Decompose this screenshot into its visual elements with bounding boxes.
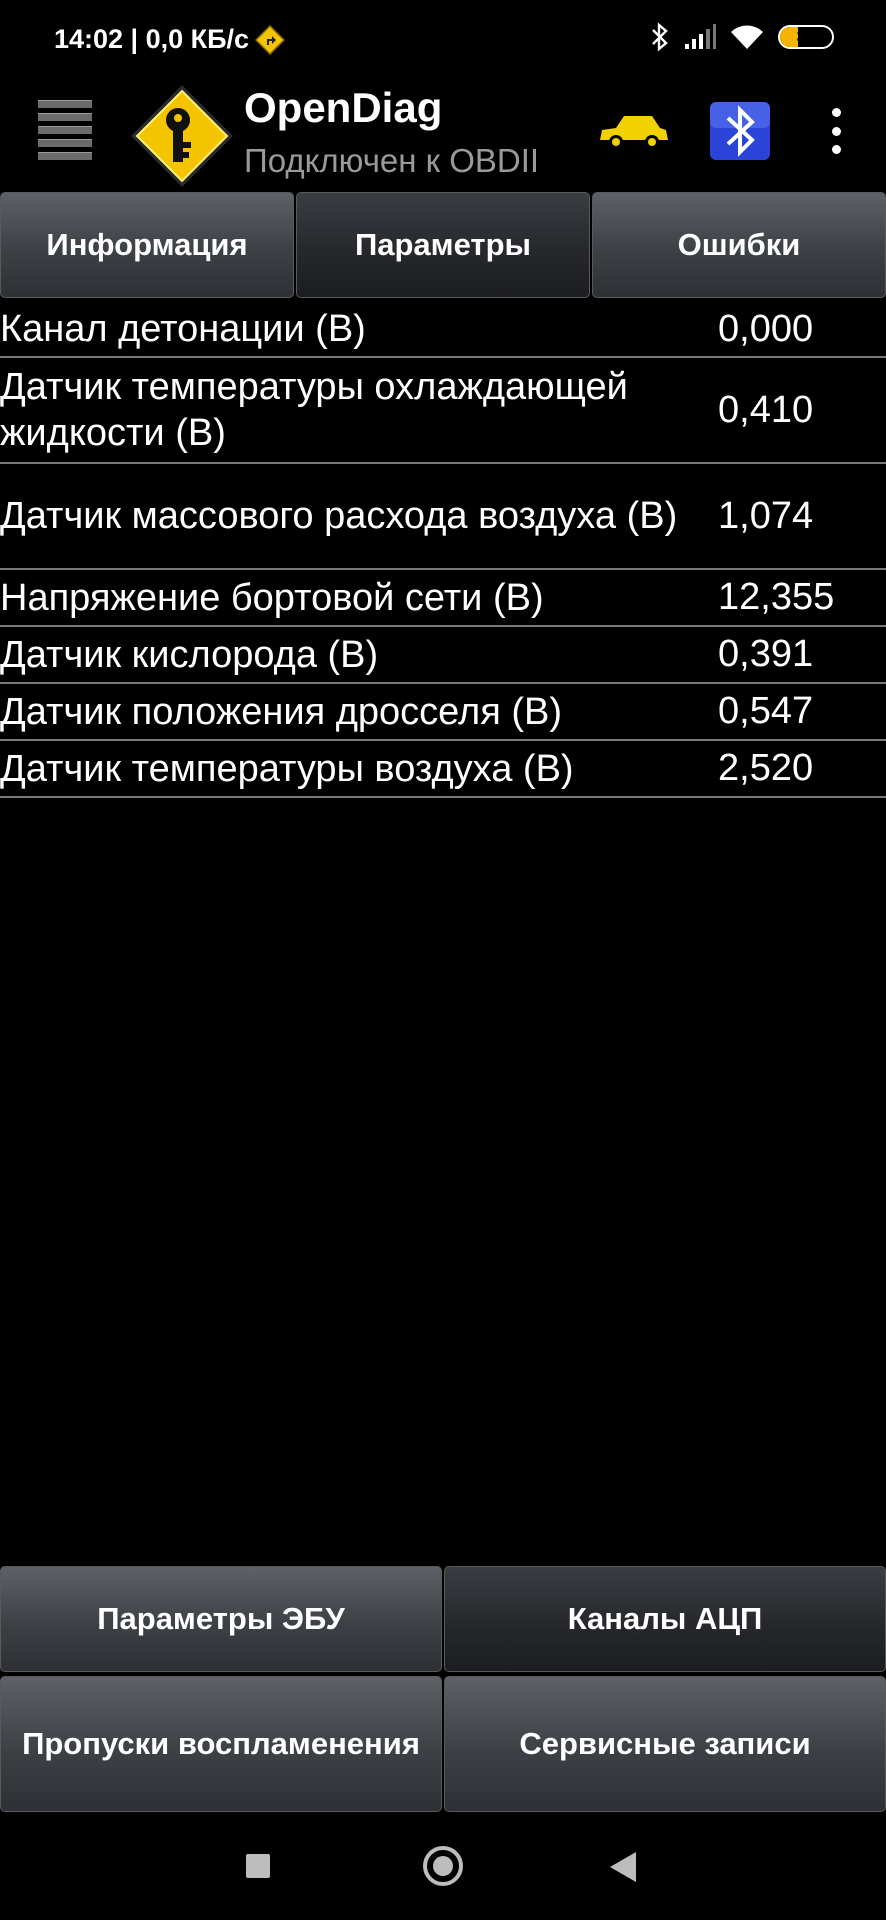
status-left: 14:02 | 0,0 КБ/с	[54, 24, 286, 55]
parameter-row: Датчик массового расхода воздуха (В) 1,0…	[0, 464, 886, 570]
parameter-name: Датчик температуры охлаждающей жидкости …	[0, 366, 628, 454]
system-nav-bar	[0, 1812, 886, 1920]
parameter-row: Датчик положения дросселя (В) 0,547	[0, 684, 886, 741]
battery-icon: 34	[778, 25, 834, 49]
parameter-list: Канал детонации (В) 0,000 Датчик темпера…	[0, 302, 886, 798]
ecu-parameters-button[interactable]: Параметры ЭБУ	[0, 1566, 442, 1672]
recents-icon[interactable]	[246, 1854, 270, 1878]
wifi-icon	[731, 25, 763, 49]
bluetooth-icon	[652, 22, 668, 52]
parameter-value: 0,547	[718, 690, 814, 732]
parameter-name: Датчик массового расхода воздуха (В)	[0, 495, 678, 537]
tab-parameters[interactable]: Параметры	[296, 192, 590, 298]
parameter-name: Датчик температуры воздуха (В)	[0, 747, 574, 790]
parameter-value: 12,355	[718, 576, 835, 618]
bottom-button-grid: Параметры ЭБУ Каналы АЦП Пропуски воспла…	[0, 1566, 886, 1812]
parameter-value: 0,391	[718, 633, 814, 675]
connection-status: Подключен к OBDII	[244, 142, 540, 179]
service-records-button[interactable]: Сервисные записи	[444, 1676, 886, 1812]
misfire-button[interactable]: Пропуски воспламенения	[0, 1676, 442, 1812]
app-logo-key-icon	[131, 85, 233, 187]
app-title: OpenDiag	[244, 84, 443, 131]
tab-bar: Информация Параметры Ошибки	[0, 192, 886, 300]
parameter-name: Датчик кислорода (В)	[0, 633, 379, 676]
back-icon[interactable]	[610, 1852, 636, 1882]
home-icon[interactable]	[423, 1846, 463, 1886]
signal-icon	[685, 24, 716, 49]
menu-icon[interactable]	[38, 100, 92, 160]
screen: 14:02 | 0,0 КБ/с 34 OpenDiag Подключен к…	[0, 0, 886, 1920]
parameter-value: 1,074	[718, 494, 814, 537]
overflow-menu-icon[interactable]	[828, 108, 844, 154]
car-icon[interactable]	[596, 110, 670, 156]
battery-fill	[780, 27, 798, 47]
parameter-row: Датчик температуры охлаждающей жидкости …	[0, 358, 886, 464]
parameter-name: Датчик положения дросселя (В)	[0, 690, 563, 733]
parameter-value: 2,520	[718, 747, 814, 789]
parameter-value: 0,410	[718, 388, 814, 431]
parameter-row: Датчик кислорода (В) 0,391	[0, 627, 886, 684]
parameter-name: Напряжение бортовой сети (В)	[0, 576, 544, 619]
parameter-row: Напряжение бортовой сети (В) 12,355	[0, 570, 886, 627]
tab-information[interactable]: Информация	[0, 192, 294, 298]
parameter-value: 0,000	[718, 307, 814, 350]
status-time-speed: 14:02 | 0,0 КБ/с	[54, 24, 250, 54]
parameter-row: Датчик температуры воздуха (В) 2,520	[0, 741, 886, 798]
status-right: 34	[650, 22, 834, 52]
status-bar: 14:02 | 0,0 КБ/с 34	[0, 0, 886, 82]
app-bar: OpenDiag Подключен к OBDII	[0, 82, 886, 192]
tab-errors[interactable]: Ошибки	[592, 192, 886, 298]
adc-channels-button[interactable]: Каналы АЦП	[444, 1566, 886, 1672]
battery-level: 34	[796, 27, 816, 46]
parameter-name: Канал детонации (В)	[0, 308, 366, 350]
ecu-bluetooth-icon[interactable]	[708, 100, 772, 162]
navigation-diamond-icon	[255, 24, 286, 55]
parameter-row: Канал детонации (В) 0,000	[0, 302, 886, 358]
